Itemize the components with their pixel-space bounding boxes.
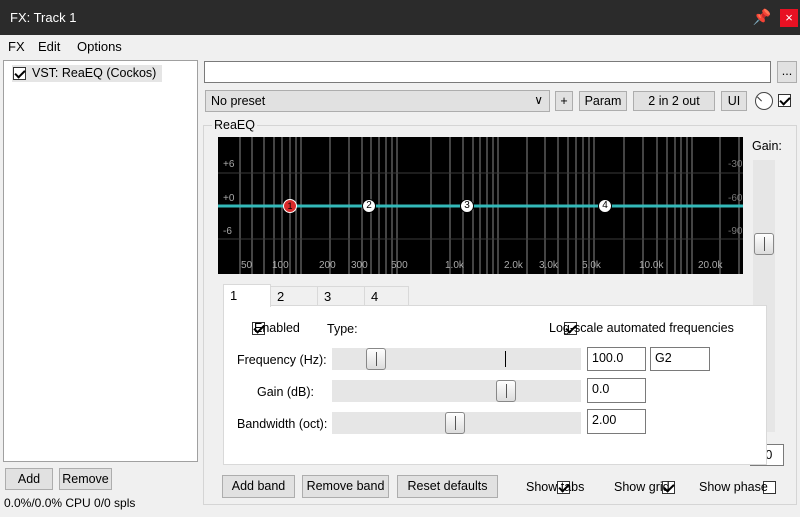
fx-list[interactable]: VST: ReaEQ (Cockos) bbox=[3, 60, 198, 462]
fx-enabled-checkbox[interactable] bbox=[13, 67, 26, 80]
db-label: +6 bbox=[223, 159, 235, 170]
show-grid-label: Show grid bbox=[614, 480, 670, 494]
freq-label: 50 bbox=[241, 260, 253, 271]
bandwidth-value-field[interactable]: 2.00 bbox=[587, 409, 646, 434]
cpu-status: 0.0%/0.0% CPU 0/0 spls bbox=[4, 496, 136, 510]
preset-value: No preset bbox=[211, 94, 266, 108]
tab-3[interactable]: 3 bbox=[317, 286, 365, 306]
right-db-label: -90 bbox=[728, 226, 743, 237]
logscale-label: Log-scale automated frequencies bbox=[549, 321, 734, 335]
fx-item-label: VST: ReaEQ (Cockos) bbox=[32, 66, 157, 80]
eq-graph[interactable]: +6 +0 -6 -30 -60 -90 50 100 200 300 500 … bbox=[218, 137, 743, 274]
gain-db-value-field[interactable]: 0.0 bbox=[587, 378, 646, 403]
reset-defaults-button[interactable]: Reset defaults bbox=[397, 475, 498, 498]
remove-fx-button[interactable]: Remove bbox=[59, 468, 112, 490]
fx-name-field[interactable] bbox=[204, 61, 771, 83]
show-phase-label: Show phase bbox=[699, 480, 768, 494]
frequency-label: Frequency (Hz): bbox=[237, 353, 327, 367]
band-node-3[interactable]: 3 bbox=[460, 199, 474, 213]
freq-label: 10.0k bbox=[639, 260, 664, 271]
menu-edit[interactable]: Edit bbox=[38, 39, 60, 54]
save-preset-button[interactable]: + bbox=[555, 91, 573, 111]
freq-label: 100 bbox=[272, 260, 289, 271]
freq-label: 2.0k bbox=[504, 260, 523, 271]
freq-label: 200 bbox=[319, 260, 336, 271]
freq-label: 5.0k bbox=[582, 260, 601, 271]
db-label: -6 bbox=[223, 226, 232, 237]
param-button[interactable]: Param bbox=[579, 91, 627, 111]
band-node-2[interactable]: 2 bbox=[362, 199, 376, 213]
band-node-4[interactable]: 4 bbox=[598, 199, 612, 213]
freq-label: 1.0k bbox=[445, 260, 464, 271]
add-band-button[interactable]: Add band bbox=[222, 475, 295, 498]
type-label: Type: bbox=[327, 322, 358, 336]
window-title: FX: Track 1 bbox=[10, 10, 77, 25]
menu-fx[interactable]: FX bbox=[8, 39, 25, 54]
fx-list-item[interactable]: VST: ReaEQ (Cockos) bbox=[12, 65, 162, 82]
menu-bar: FX Edit Options bbox=[0, 35, 800, 57]
freq-label: 300 bbox=[351, 260, 368, 271]
ui-button[interactable]: UI bbox=[721, 91, 747, 111]
frequency-slider[interactable] bbox=[332, 348, 581, 370]
browse-button[interactable]: ... bbox=[777, 61, 797, 83]
remove-band-button[interactable]: Remove band bbox=[302, 475, 389, 498]
freq-label: 500 bbox=[391, 260, 408, 271]
frequency-slider-thumb[interactable] bbox=[366, 348, 386, 370]
tab-1[interactable]: 1 bbox=[223, 284, 271, 307]
tab-2[interactable]: 2 bbox=[270, 286, 318, 306]
title-bar: FX: Track 1 📌 × bbox=[0, 0, 800, 35]
band-node-1[interactable]: 1 bbox=[283, 199, 297, 213]
tab-4[interactable]: 4 bbox=[364, 286, 409, 306]
gain-db-slider-thumb[interactable] bbox=[496, 380, 516, 402]
chevron-down-icon: ∨ bbox=[534, 93, 543, 107]
gain-label: Gain: bbox=[752, 139, 782, 153]
right-db-label: -30 bbox=[728, 159, 743, 170]
enabled-label: Enabled bbox=[254, 321, 300, 335]
group-title: ReaEQ bbox=[212, 118, 257, 132]
db-label: +0 bbox=[223, 193, 235, 204]
pin-icon[interactable]: 📌 bbox=[752, 8, 772, 28]
frequency-value-field[interactable]: 100.0 bbox=[587, 347, 646, 371]
gain-slider-thumb[interactable] bbox=[754, 233, 774, 255]
freq-label: 3.0k bbox=[539, 260, 558, 271]
wet-knob-icon[interactable] bbox=[755, 92, 773, 110]
gain-db-label: Gain (dB): bbox=[257, 385, 314, 399]
show-tabs-label: Show tabs bbox=[526, 480, 585, 494]
io-button[interactable]: 2 in 2 out bbox=[633, 91, 715, 111]
frequency-default-mark bbox=[505, 351, 506, 367]
note-value-field[interactable]: G2 bbox=[650, 347, 710, 371]
bandwidth-slider-thumb[interactable] bbox=[445, 412, 465, 434]
bandwidth-slider[interactable] bbox=[332, 412, 581, 434]
menu-options[interactable]: Options bbox=[77, 39, 122, 54]
preset-dropdown[interactable]: No preset ∨ bbox=[205, 90, 550, 112]
gain-db-slider[interactable] bbox=[332, 380, 581, 402]
freq-label: 20.0k bbox=[698, 260, 723, 271]
bandwidth-label: Bandwidth (oct): bbox=[237, 417, 328, 431]
right-db-label: -60 bbox=[728, 193, 743, 204]
add-fx-button[interactable]: Add bbox=[5, 468, 53, 490]
wet-checkbox[interactable] bbox=[778, 94, 791, 108]
close-button[interactable]: × bbox=[780, 9, 798, 27]
